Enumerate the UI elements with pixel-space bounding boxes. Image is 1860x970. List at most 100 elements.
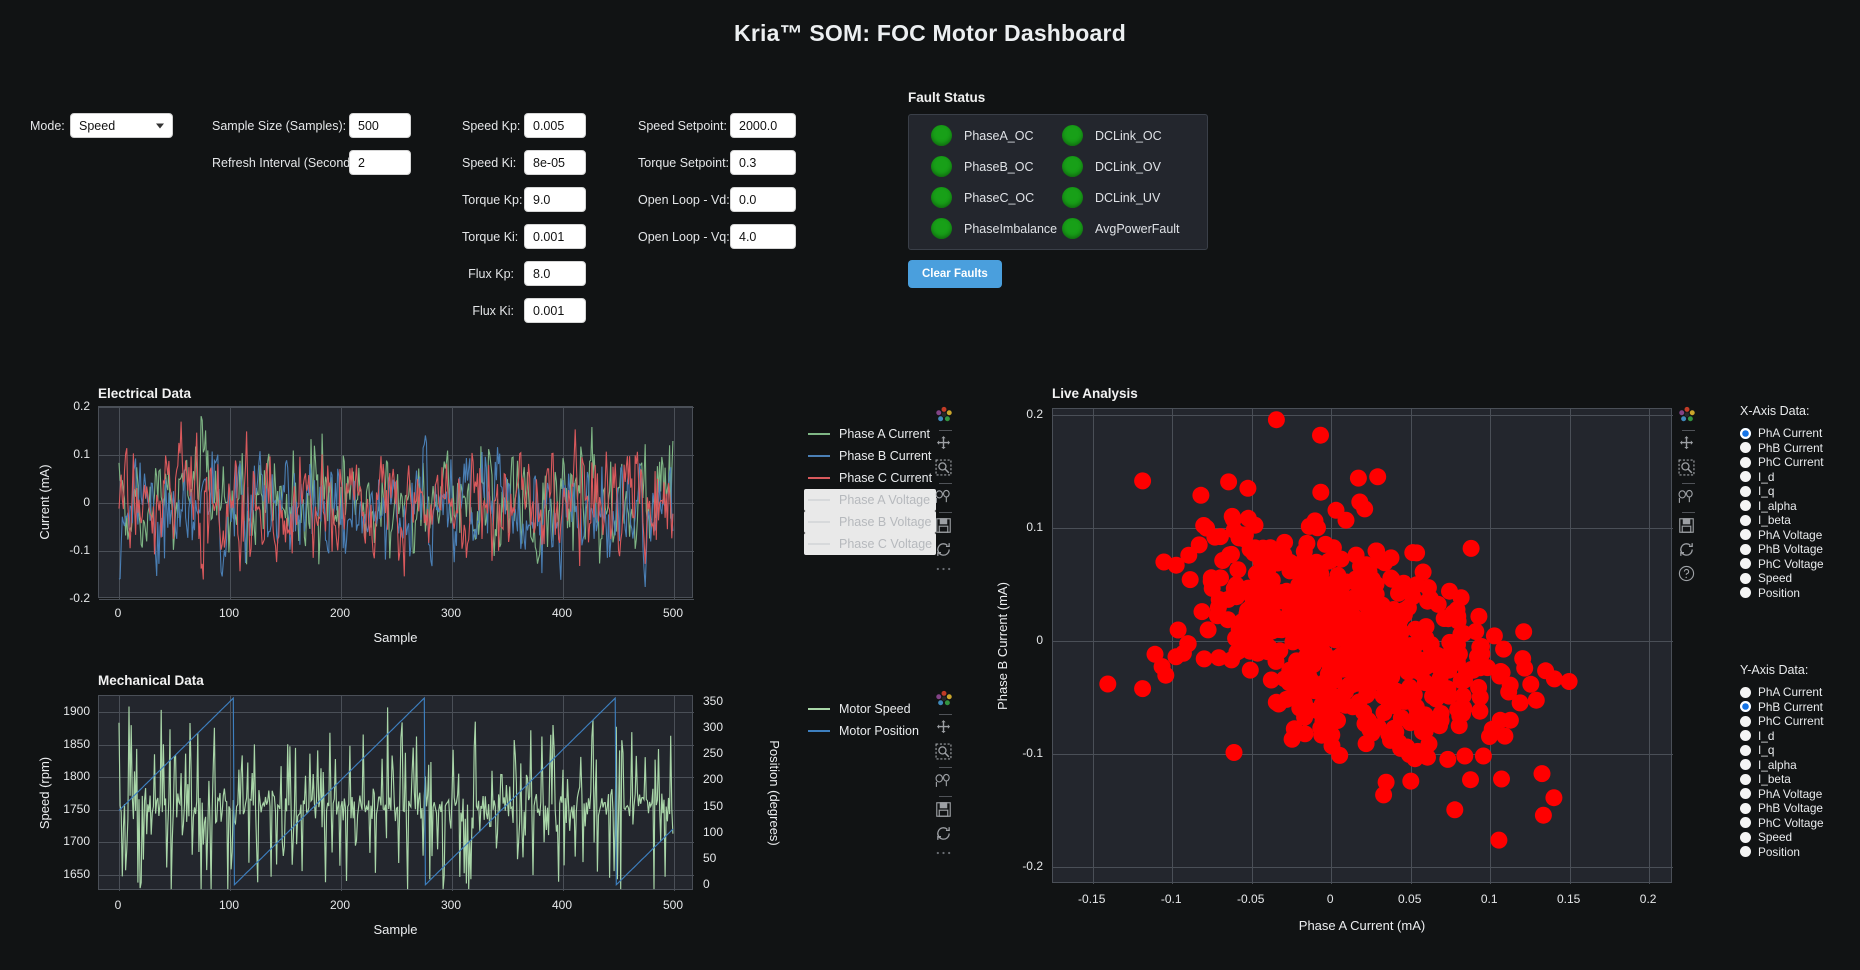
radio-button-icon[interactable]	[1740, 442, 1751, 454]
zoom-box-icon[interactable]	[1678, 459, 1698, 479]
reset-axes-icon[interactable]	[935, 825, 955, 845]
y-axis-option-i-beta[interactable]: I_beta	[1740, 772, 1824, 787]
legend-item[interactable]: Phase C Voltage	[804, 533, 937, 555]
legend-item[interactable]: Motor Position	[808, 720, 919, 742]
speed-setpoint-input[interactable]	[730, 113, 796, 138]
more-icon[interactable]	[935, 849, 955, 869]
save-icon[interactable]	[935, 801, 955, 821]
legend-item[interactable]: Phase A Current	[808, 423, 936, 445]
radio-button-icon[interactable]	[1740, 686, 1751, 698]
radio-button-icon[interactable]	[1740, 773, 1751, 785]
electrical-plot-area[interactable]	[98, 406, 694, 600]
legend-item[interactable]: Phase C Current	[808, 467, 936, 489]
more-icon[interactable]	[935, 565, 955, 585]
open-loop-vq-label: Open Loop - Vq:	[638, 229, 730, 244]
flux-kp-input[interactable]	[524, 261, 586, 286]
legend-item[interactable]: Motor Speed	[808, 698, 919, 720]
y-axis-option-phc-current[interactable]: PhC Current	[1740, 714, 1824, 729]
lasso-icon[interactable]	[935, 488, 955, 508]
radio-button-icon[interactable]	[1740, 471, 1751, 483]
radio-button-icon[interactable]	[1740, 802, 1751, 814]
sample-size-input[interactable]	[349, 113, 411, 138]
zoom-box-icon[interactable]	[935, 743, 955, 763]
pan-icon[interactable]	[935, 719, 955, 739]
x-axis-option-pha-voltage[interactable]: PhA Voltage	[1740, 528, 1824, 543]
y-axis-option-i-alpha[interactable]: I_alpha	[1740, 758, 1824, 773]
pan-icon[interactable]	[935, 435, 955, 455]
x-axis-option-speed[interactable]: Speed	[1740, 571, 1824, 586]
radio-button-icon[interactable]	[1740, 846, 1751, 858]
x-axis-tick: 200	[329, 898, 350, 912]
legend-item[interactable]: Phase B Current	[808, 445, 936, 467]
radio-button-icon[interactable]	[1740, 759, 1751, 771]
y-axis-option-i-q[interactable]: I_q	[1740, 743, 1824, 758]
legend-item[interactable]: Phase B Voltage	[804, 511, 937, 533]
torque-setpoint-input[interactable]	[730, 150, 796, 175]
save-icon[interactable]	[1678, 517, 1698, 537]
radio-button-icon[interactable]	[1740, 817, 1751, 829]
radio-button-icon[interactable]	[1740, 529, 1751, 541]
torque-ki-input[interactable]	[524, 224, 586, 249]
plot-modebar[interactable]	[935, 406, 955, 585]
radio-button-icon[interactable]	[1740, 715, 1751, 727]
radio-button-icon[interactable]	[1740, 587, 1751, 599]
mode-select[interactable]: Speed	[70, 113, 173, 138]
control-column-sampling: Sample Size (Samples): Refresh Interval …	[212, 110, 411, 184]
x-axis-option-pha-current[interactable]: PhA Current	[1740, 426, 1824, 441]
radio-button-icon[interactable]	[1740, 427, 1751, 439]
plot-modebar[interactable]	[1678, 406, 1698, 585]
reset-axes-icon[interactable]	[1678, 541, 1698, 561]
refresh-interval-input[interactable]	[349, 150, 411, 175]
x-axis-option-i-d[interactable]: I_d	[1740, 470, 1824, 485]
mechanical-plot-area[interactable]	[98, 695, 694, 891]
y-axis-option-phb-voltage[interactable]: PhB Voltage	[1740, 801, 1824, 816]
plot-modebar[interactable]	[935, 690, 955, 869]
flux-ki-input[interactable]	[524, 298, 586, 323]
clear-faults-button[interactable]: Clear Faults	[908, 260, 1002, 288]
radio-button-icon[interactable]	[1740, 701, 1751, 713]
x-axis-selector-title: X-Axis Data:	[1740, 404, 1810, 418]
zoom-box-icon[interactable]	[935, 459, 955, 479]
x-axis-option-phb-voltage[interactable]: PhB Voltage	[1740, 542, 1824, 557]
x-axis-radio-group[interactable]: PhA Current PhB Current PhC Current I_d I_q I…	[1740, 426, 1824, 600]
live_analysis-plot-area[interactable]	[1052, 408, 1673, 884]
open-loop-vd-input[interactable]	[730, 187, 796, 212]
radio-button-icon[interactable]	[1740, 572, 1751, 584]
radio-button-icon[interactable]	[1740, 730, 1751, 742]
radio-button-icon[interactable]	[1740, 514, 1751, 526]
x-axis-option-phc-voltage[interactable]: PhC Voltage	[1740, 557, 1824, 572]
save-icon[interactable]	[935, 517, 955, 537]
x-axis-option-phb-current[interactable]: PhB Current	[1740, 441, 1824, 456]
y-axis-option-position[interactable]: Position	[1740, 845, 1824, 860]
x-axis-option-i-alpha[interactable]: I_alpha	[1740, 499, 1824, 514]
y-axis-option-phb-current[interactable]: PhB Current	[1740, 700, 1824, 715]
radio-button-icon[interactable]	[1740, 788, 1751, 800]
radio-button-icon[interactable]	[1740, 558, 1751, 570]
torque-kp-input[interactable]	[524, 187, 586, 212]
speed-kp-input[interactable]	[524, 113, 586, 138]
lasso-icon[interactable]	[935, 772, 955, 792]
y-axis-option-pha-voltage[interactable]: PhA Voltage	[1740, 787, 1824, 802]
y-axis-option-i-d[interactable]: I_d	[1740, 729, 1824, 744]
radio-button-icon[interactable]	[1740, 500, 1751, 512]
lasso-icon[interactable]	[1678, 488, 1698, 508]
speed-ki-input[interactable]	[524, 150, 586, 175]
open-loop-vq-input[interactable]	[730, 224, 796, 249]
legend-item[interactable]: Phase A Voltage	[804, 489, 937, 511]
radio-button-icon[interactable]	[1740, 456, 1751, 468]
radio-button-icon[interactable]	[1740, 831, 1751, 843]
help-icon[interactable]	[1678, 565, 1698, 585]
y-axis-option-speed[interactable]: Speed	[1740, 830, 1824, 845]
radio-button-icon[interactable]	[1740, 744, 1751, 756]
x-axis-option-i-beta[interactable]: I_beta	[1740, 513, 1824, 528]
radio-button-icon[interactable]	[1740, 543, 1751, 555]
x-axis-option-phc-current[interactable]: PhC Current	[1740, 455, 1824, 470]
x-axis-option-position[interactable]: Position	[1740, 586, 1824, 601]
y-axis-option-pha-current[interactable]: PhA Current	[1740, 685, 1824, 700]
reset-axes-icon[interactable]	[935, 541, 955, 561]
y-axis-radio-group[interactable]: PhA Current PhB Current PhC Current I_d I_q I…	[1740, 685, 1824, 859]
x-axis-option-i-q[interactable]: I_q	[1740, 484, 1824, 499]
y-axis-option-phc-voltage[interactable]: PhC Voltage	[1740, 816, 1824, 831]
pan-icon[interactable]	[1678, 435, 1698, 455]
radio-button-icon[interactable]	[1740, 485, 1751, 497]
